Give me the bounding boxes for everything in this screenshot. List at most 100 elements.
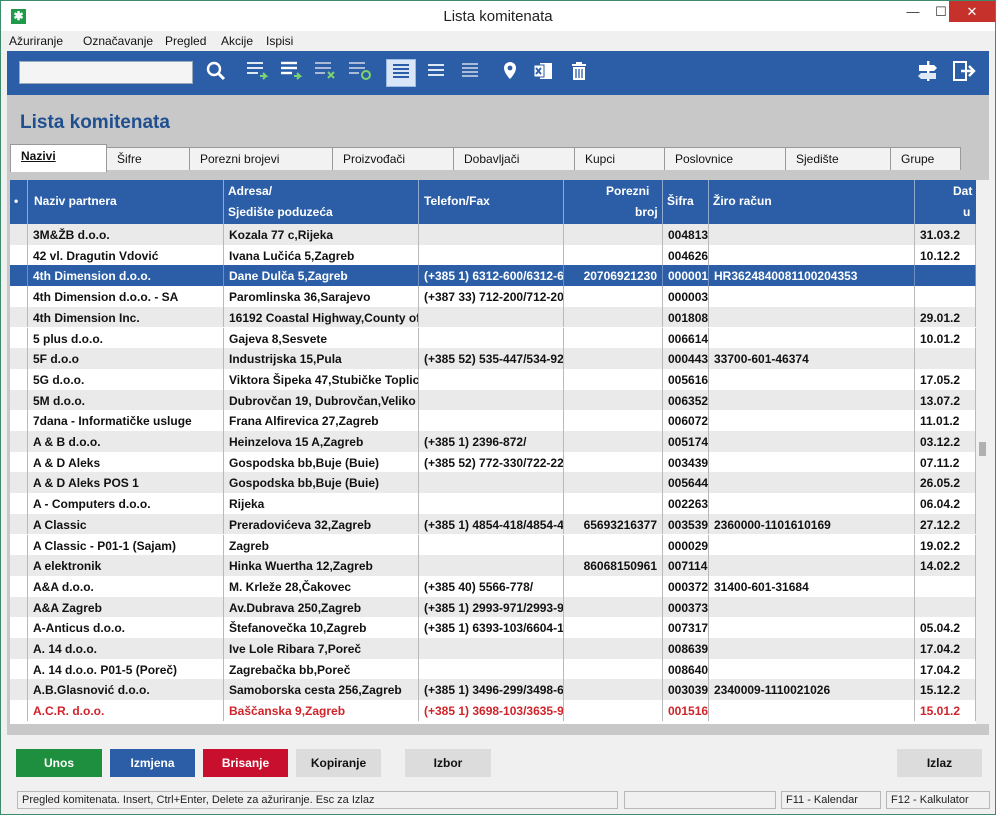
cell-datum: 19.02.2 bbox=[915, 534, 976, 556]
cell-ziro bbox=[709, 638, 915, 659]
menu-ispisi[interactable]: Ispisi bbox=[266, 34, 293, 48]
table-row[interactable]: 4th Dimension d.o.o. - SA Paromlinska 36,… bbox=[10, 286, 976, 307]
tab-grupe[interactable]: Grupe bbox=[890, 147, 961, 170]
menu-azuriranje[interactable]: Ažuriranje bbox=[9, 34, 63, 48]
izbor-button[interactable]: Izbor bbox=[405, 749, 491, 777]
cell-marker bbox=[10, 244, 28, 266]
tab-sifre[interactable]: Šifre bbox=[106, 147, 190, 170]
close-button[interactable]: ✕ bbox=[949, 1, 995, 22]
table-row[interactable]: 5G d.o.o. Viktora Šipeka 47,Stubičke Topl… bbox=[10, 368, 976, 390]
table-row[interactable]: 42 vl. Dragutin Vdović Ivana Lučića 5,Zag… bbox=[10, 244, 976, 266]
table-row[interactable]: A&A d.o.o. M. Krleže 28,Čakovec (+385 40) … bbox=[10, 575, 976, 597]
excel-icon[interactable] bbox=[528, 59, 558, 87]
col-telefon-header[interactable]: Telefon/Fax bbox=[419, 180, 564, 224]
menu-akcije[interactable]: Akcije bbox=[221, 34, 253, 48]
table-row[interactable]: 7dana - Informatičke usluge Frana Alfirev… bbox=[10, 410, 976, 431]
col-porezni-header[interactable]: Porezni broj bbox=[564, 180, 663, 224]
cell-ziro bbox=[709, 555, 915, 576]
partners-grid[interactable]: • Naziv partnera Adresa/Sjedište poduzeć… bbox=[10, 180, 976, 724]
tab-porezni-brojevi[interactable]: Porezni brojevi bbox=[189, 147, 333, 170]
cell-porezni bbox=[564, 700, 663, 721]
cell-telefon: (+385 52) 772-330/722-22 bbox=[419, 451, 564, 473]
cell-datum: 07.11.2 bbox=[915, 451, 976, 473]
cell-naziv: 42 vl. Dragutin Vdović bbox=[28, 244, 224, 266]
tab-sjediste[interactable]: Sjedište bbox=[785, 147, 891, 170]
cell-datum: 03.12.2 bbox=[915, 431, 976, 452]
delete-row-icon[interactable] bbox=[311, 59, 341, 87]
exit-icon[interactable] bbox=[949, 59, 979, 87]
cell-sifra: 006614 bbox=[663, 327, 709, 349]
tab-proizvodaci[interactable]: Proizvođači bbox=[332, 147, 454, 170]
table-row[interactable]: A Classic - P01-1 (Sajam) Zagreb 000029 19.… bbox=[10, 534, 976, 556]
tab-poslovnice[interactable]: Poslovnice bbox=[664, 147, 786, 170]
cell-naziv: 4th Dimension Inc. bbox=[28, 306, 224, 328]
search-input[interactable] bbox=[19, 61, 193, 84]
cell-porezni bbox=[564, 224, 663, 245]
cell-adresa: Ive Lole Ribara 7,Poreč bbox=[224, 638, 419, 659]
cell-ziro bbox=[709, 700, 915, 721]
table-row[interactable]: 3M&ŽB d.o.o. Kozala 77 c,Rijeka 004813 31.0… bbox=[10, 224, 976, 245]
cell-ziro bbox=[709, 472, 915, 494]
insert-row-icon[interactable] bbox=[277, 59, 307, 87]
table-row[interactable]: 5M d.o.o. Dubrovčan 19, Dubrovčan,Veliko … bbox=[10, 389, 976, 411]
view-compact-icon[interactable] bbox=[421, 59, 451, 87]
signpost-icon[interactable] bbox=[913, 59, 943, 87]
table-row[interactable]: A. 14 d.o.o. Ive Lole Ribara 7,Poreč 00863… bbox=[10, 638, 976, 659]
izlaz-button[interactable]: Izlaz bbox=[897, 749, 982, 777]
cell-datum: 17.04.2 bbox=[915, 638, 976, 659]
cell-sifra: 005174 bbox=[663, 431, 709, 452]
cell-porezni: 20706921230 bbox=[564, 265, 663, 287]
add-row-icon[interactable] bbox=[243, 59, 273, 87]
cell-marker bbox=[10, 306, 28, 328]
table-row[interactable]: 5F d.o.o Industrijska 15,Pula (+385 52) 53… bbox=[10, 348, 976, 369]
table-row[interactable]: A.C.R. d.o.o. Baščanska 9,Zagreb (+385 1) … bbox=[10, 700, 976, 721]
view-list-icon[interactable] bbox=[386, 59, 416, 87]
table-row[interactable]: A elektronik Hinka Wuertha 12,Zagreb 86068… bbox=[10, 555, 976, 576]
col-adresa-header[interactable]: Adresa/Sjedište poduzeća bbox=[224, 180, 419, 224]
cell-marker bbox=[10, 658, 28, 680]
table-row[interactable]: A&A Zagreb Av.Dubrava 250,Zagreb (+385 1) … bbox=[10, 596, 976, 618]
table-row[interactable]: A.B.Glasnović d.o.o. Samoborska cesta 256… bbox=[10, 679, 976, 701]
view-dense-icon[interactable] bbox=[455, 59, 485, 87]
search-icon[interactable] bbox=[201, 59, 231, 87]
cell-marker bbox=[10, 224, 28, 245]
brisanje-button[interactable]: Brisanje bbox=[203, 749, 288, 777]
tab-dobavljaci[interactable]: Dobavljači bbox=[453, 147, 575, 170]
izmjena-button[interactable]: Izmjena bbox=[110, 749, 195, 777]
table-row[interactable]: A & D Aleks Gospodska bb,Buje (Buie) (+385… bbox=[10, 451, 976, 473]
col-sifra-header[interactable]: Šifra bbox=[663, 180, 709, 224]
menu-pregled[interactable]: Pregled bbox=[165, 34, 206, 48]
cell-ziro bbox=[709, 389, 915, 411]
menu-oznacavanje[interactable]: Označavanje bbox=[83, 34, 153, 48]
cell-ziro: 2340009-1110021026 bbox=[709, 679, 915, 701]
table-row[interactable]: A & B d.o.o. Heinzelova 15 A,Zagreb (+385 … bbox=[10, 431, 976, 452]
col-ziro-header[interactable]: Žiro račun bbox=[709, 180, 915, 224]
scroll-thumb[interactable] bbox=[979, 442, 986, 456]
col-datum-header[interactable]: Dat u bbox=[915, 180, 976, 224]
table-row[interactable]: A. 14 d.o.o. P01-5 (Poreč) Zagrebačka bb,… bbox=[10, 658, 976, 680]
table-row[interactable]: A Classic Preradovićeva 32,Zagreb (+385 1)… bbox=[10, 513, 976, 535]
trash-icon[interactable] bbox=[564, 59, 594, 87]
kopiranje-button[interactable]: Kopiranje bbox=[296, 749, 381, 777]
vertical-scrollbar[interactable] bbox=[976, 180, 989, 724]
location-icon[interactable] bbox=[495, 59, 525, 87]
minimize-button[interactable]: — bbox=[899, 1, 927, 22]
table-row[interactable]: A - Computers d.o.o. Rijeka 002263 06.04.2 bbox=[10, 493, 976, 514]
table-row[interactable]: 5 plus d.o.o. Gajeva 8,Sesvete 006614 10.01… bbox=[10, 327, 976, 349]
cell-ziro: 2360000-1101610169 bbox=[709, 513, 915, 535]
table-row[interactable]: A-Anticus d.o.o. Štefanovečka 10,Zagreb (+… bbox=[10, 617, 976, 638]
tab-kupci[interactable]: Kupci bbox=[574, 147, 665, 170]
tab-nazivi[interactable]: Nazivi bbox=[10, 144, 107, 172]
table-row[interactable]: A & D Aleks POS 1 Gospodska bb,Buje (Buie… bbox=[10, 472, 976, 494]
cell-telefon bbox=[419, 410, 564, 431]
cell-naziv: 4th Dimension d.o.o. - SA bbox=[28, 286, 224, 307]
table-row[interactable]: 4th Dimension Inc. 16192 Coastal Highway,… bbox=[10, 306, 976, 328]
cell-naziv: 7dana - Informatičke usluge bbox=[28, 410, 224, 431]
table-row[interactable]: 4th Dimension d.o.o. Dane Dulča 5,Zagreb(… bbox=[10, 265, 976, 287]
cell-sifra: 003539 bbox=[663, 513, 709, 535]
col-naziv-header[interactable]: Naziv partnera bbox=[28, 180, 224, 224]
refresh-rows-icon[interactable] bbox=[345, 59, 375, 87]
unos-button[interactable]: Unos bbox=[16, 749, 102, 777]
cell-adresa: Zagreb bbox=[224, 534, 419, 556]
cell-naziv: A&A Zagreb bbox=[28, 596, 224, 618]
